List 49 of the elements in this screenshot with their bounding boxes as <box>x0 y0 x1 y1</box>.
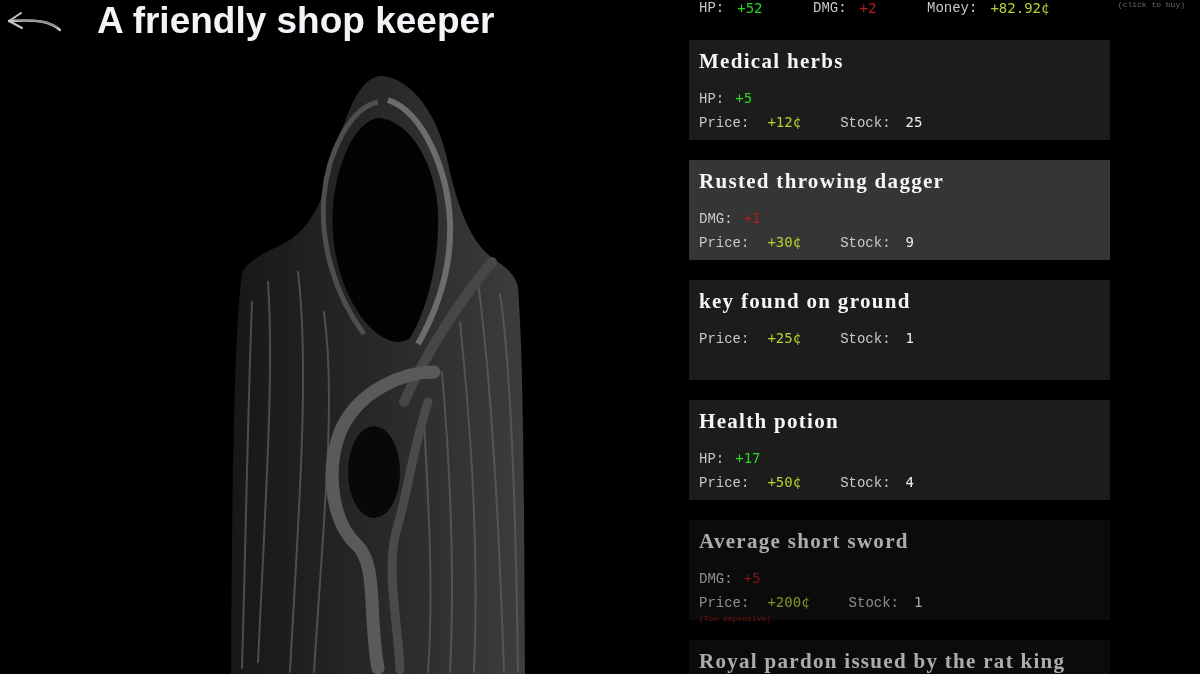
price-label: Price: <box>699 114 750 133</box>
shop-item-card[interactable]: Health potion HP: +17 Price: +50¢ Stock: 4 <box>689 400 1110 500</box>
stock-label: Stock: <box>840 114 891 133</box>
stat-value: +82.92¢ <box>990 0 1050 16</box>
price-value: +12¢ <box>767 113 802 132</box>
shop-item-card[interactable]: Royal pardon issued by the rat king <box>689 640 1110 674</box>
stock-value: 1 <box>914 593 923 612</box>
price-label: Price: <box>699 474 750 493</box>
item-title: Medical herbs <box>699 49 845 73</box>
effect-value: +17 <box>735 449 761 468</box>
shop-item-card[interactable]: Medical herbs HP: +5 Price: +12¢ Stock: 25 <box>689 40 1110 140</box>
price-label: Price: <box>699 594 750 613</box>
price-label: Price: <box>699 330 750 349</box>
stock-value: 4 <box>905 473 914 492</box>
stat-label: Money: <box>927 0 978 16</box>
stock-label: Stock: <box>840 474 891 493</box>
stock-label: Stock: <box>848 594 899 613</box>
stat-value: +2 <box>859 0 877 16</box>
price-label: Price: <box>699 234 750 253</box>
item-title: Health potion <box>699 409 840 433</box>
stock-value: 1 <box>905 329 914 348</box>
price-value: +50¢ <box>767 473 802 492</box>
hint-text: (click to buy) <box>1117 0 1185 10</box>
item-title: Rusted throwing dagger <box>699 169 946 193</box>
stat-label: DMG: <box>813 0 847 16</box>
effect-label: DMG: <box>699 570 733 589</box>
stock-label: Stock: <box>840 234 891 253</box>
shop-item-card[interactable]: key found on ground Price: +25¢ Stock: 1 <box>689 280 1110 380</box>
item-title: Average short sword <box>699 529 910 553</box>
effect-value: +5 <box>735 89 753 108</box>
stat-label: HP: <box>699 0 725 16</box>
price-value: +25¢ <box>767 329 802 348</box>
back-arrow-icon[interactable] <box>5 10 61 32</box>
stat-value: +52 <box>737 0 763 16</box>
warning-text: (Too expensive) <box>699 614 772 623</box>
price-value: +200¢ <box>767 593 810 612</box>
price-value: +30¢ <box>767 233 802 252</box>
item-title: key found on ground <box>699 289 912 313</box>
effect-label: HP: <box>699 90 725 109</box>
effect-value: +5 <box>743 569 761 588</box>
stock-label: Stock: <box>840 330 891 349</box>
effect-label: HP: <box>699 450 725 469</box>
stock-value: 25 <box>905 113 923 132</box>
page-title: A friendly shop keeper <box>97 0 495 42</box>
effect-value: +1 <box>743 209 761 228</box>
item-title: Royal pardon issued by the rat king <box>699 649 1067 673</box>
shop-item-card[interactable]: Rusted throwing dagger DMG: +1 Price: +30¢ Stock: 9 <box>689 160 1110 260</box>
stock-value: 9 <box>905 233 914 252</box>
effect-label: DMG: <box>699 210 733 229</box>
